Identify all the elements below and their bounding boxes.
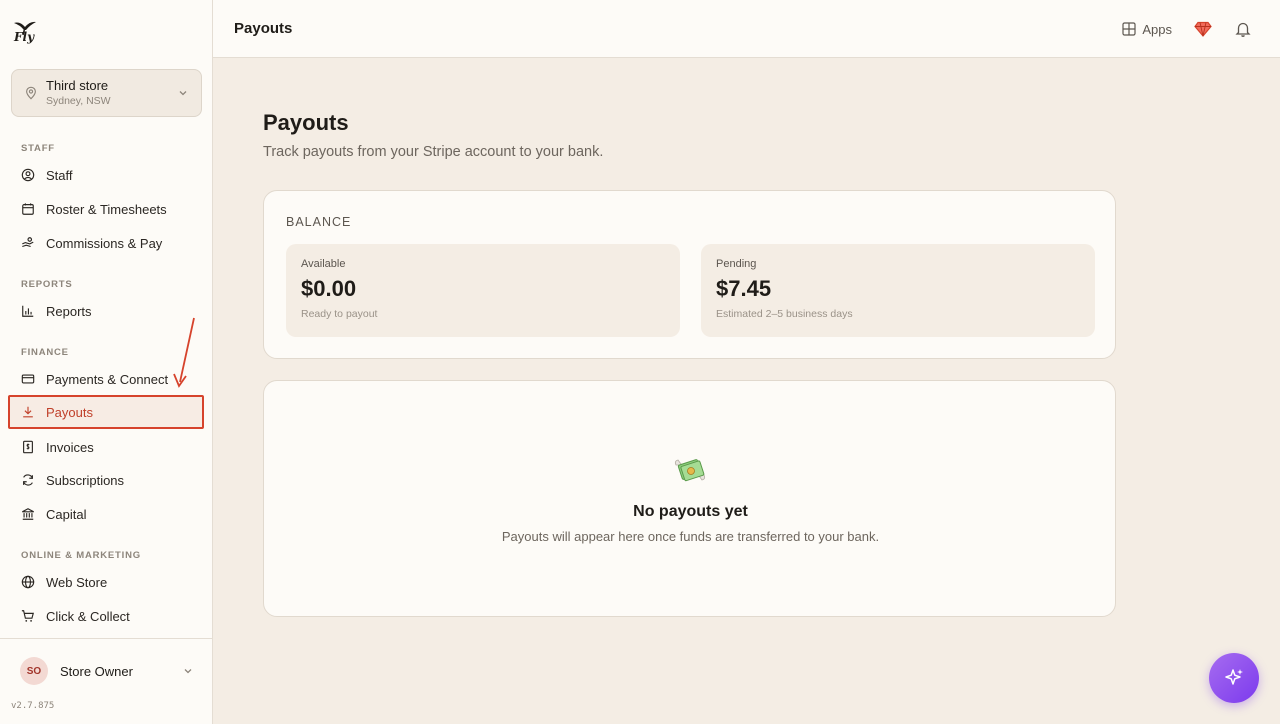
balance-label: BALANCE — [286, 215, 352, 229]
sidebar-item-label: Staff — [46, 167, 73, 183]
credit-card-icon — [21, 374, 35, 384]
ai-assistant-button[interactable] — [1209, 653, 1259, 703]
payouts-empty-state: No payouts yet Payouts will appear here … — [263, 380, 1116, 617]
invoice-icon — [23, 440, 33, 454]
calendar-icon — [22, 203, 34, 215]
sidebar-item-payments[interactable]: Payments & Connect — [8, 362, 204, 396]
available-balance-tile: Available $0.00 Ready to payout — [286, 244, 680, 337]
sidebar-item-label: Web Store — [46, 574, 108, 590]
sidebar-item-subscriptions[interactable]: Subscriptions — [8, 463, 204, 497]
pending-balance-tile: Pending $7.45 Estimated 2–5 business day… — [701, 244, 1095, 337]
refresh-icon — [23, 474, 33, 486]
sidebar-item-label: Subscriptions — [46, 472, 125, 488]
available-note: Ready to payout — [301, 308, 378, 320]
main-content: Payouts Apps Payouts Track payouts from … — [213, 0, 1280, 724]
available-value: $0.00 — [301, 276, 357, 301]
avatar: SO — [20, 657, 48, 685]
balance-card: BALANCE Available $0.00 Ready to payout … — [263, 190, 1116, 359]
topbar-actions: Apps — [1122, 0, 1252, 58]
page-title: Payouts — [263, 110, 349, 135]
store-location: Sydney, NSW — [46, 95, 111, 107]
sidebar-item-payouts[interactable]: Payouts — [8, 395, 204, 429]
sidebar-item-label: Payouts — [46, 404, 93, 420]
section-staff: STAFF — [21, 143, 55, 154]
pending-note: Estimated 2–5 business days — [716, 308, 853, 320]
sidebar-divider — [0, 638, 213, 639]
sidebar-item-staff[interactable]: Staff — [8, 158, 204, 192]
sidebar-item-invoices[interactable]: Invoices — [8, 430, 204, 464]
download-icon — [23, 406, 33, 418]
user-name: Store Owner — [60, 663, 133, 679]
sidebar-item-capital[interactable]: Capital — [8, 497, 204, 531]
page-subtitle: Track payouts from your Stripe account t… — [263, 144, 604, 160]
sidebar-item-label: Roster & Timesheets — [46, 201, 167, 217]
sidebar-item-label: Invoices — [46, 439, 94, 455]
apps-button[interactable]: Apps — [1122, 22, 1172, 37]
bar-chart-icon — [22, 305, 34, 317]
section-online-marketing: ONLINE & MARKETING — [21, 550, 141, 561]
user-circle-icon — [21, 168, 35, 182]
topbar-title: Payouts — [234, 20, 293, 37]
empty-state-subtitle: Payouts will appear here once funds are … — [501, 529, 880, 544]
map-pin-icon — [26, 86, 36, 100]
sidebar-item-reports[interactable]: Reports — [8, 294, 204, 328]
chevron-down-icon — [184, 669, 192, 674]
store-name: Third store — [46, 78, 109, 93]
empty-state-title: No payouts yet — [633, 503, 748, 520]
app-version: v2.7.875 — [11, 701, 55, 711]
pending-value: $7.45 — [716, 276, 772, 301]
apps-label: Apps — [1142, 21, 1172, 37]
topbar: Payouts Apps — [213, 0, 1280, 58]
gem-icon[interactable] — [1194, 20, 1212, 38]
user-menu[interactable]: SO Store Owner — [12, 654, 202, 688]
sidebar-item-roster[interactable]: Roster & Timesheets — [8, 192, 204, 226]
bell-icon[interactable] — [1234, 20, 1252, 38]
section-finance: FINANCE — [21, 347, 69, 358]
globe-icon — [21, 575, 35, 589]
sidebar-item-label: Reports — [46, 303, 92, 319]
store-text: Third store Sydney, NSW — [46, 78, 177, 108]
money-with-wings-icon — [674, 459, 706, 482]
shopping-cart-icon — [21, 610, 34, 622]
sidebar-item-label: Payments & Connect — [46, 371, 169, 387]
chevron-down-icon — [179, 91, 187, 96]
sidebar-item-label: Capital — [46, 506, 87, 522]
bank-icon — [22, 508, 34, 520]
pending-label: Pending — [716, 258, 757, 270]
sparkles-icon — [1225, 669, 1243, 685]
app-root: Fly Third store Sydney, NSW STAFF Staff — [0, 0, 1280, 724]
logo-text: Fly — [14, 30, 35, 44]
hand-coins-icon — [22, 237, 34, 248]
grid-icon — [1122, 22, 1136, 36]
sidebar-item-click-collect[interactable]: Click & Collect — [8, 599, 204, 633]
sidebar-item-webstore[interactable]: Web Store — [8, 565, 204, 599]
available-label: Available — [301, 258, 346, 270]
sidebar: Fly Third store Sydney, NSW STAFF Staff — [0, 0, 213, 724]
page-header: Payouts Track payouts from your Stripe a… — [263, 110, 603, 160]
store-selector[interactable]: Third store Sydney, NSW — [11, 69, 202, 117]
sidebar-item-commissions[interactable]: Commissions & Pay — [8, 226, 204, 260]
sidebar-item-label: Click & Collect — [46, 608, 130, 624]
sidebar-item-label: Commissions & Pay — [46, 235, 163, 251]
section-reports: REPORTS — [21, 279, 73, 290]
